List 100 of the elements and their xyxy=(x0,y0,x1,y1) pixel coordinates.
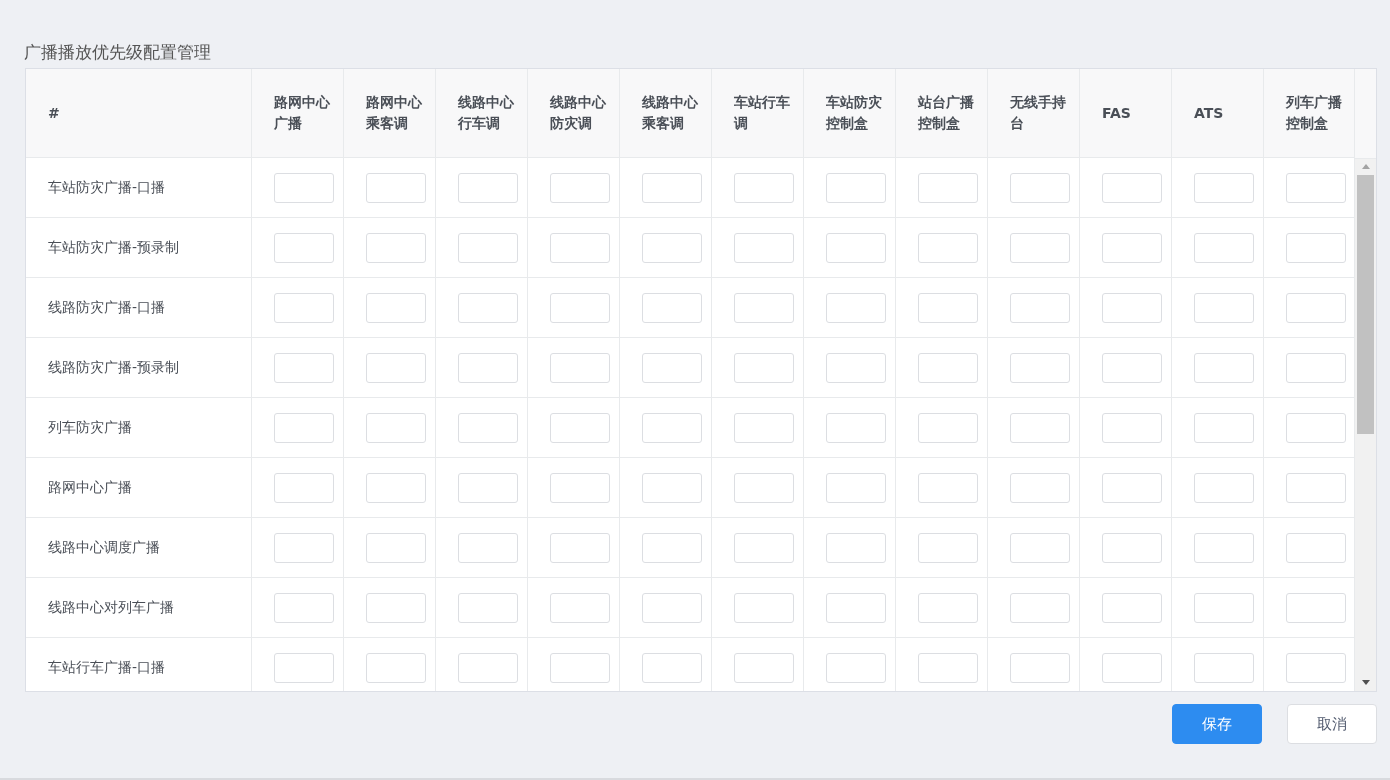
priority-input[interactable] xyxy=(366,292,426,323)
priority-input[interactable] xyxy=(1102,172,1162,203)
priority-input[interactable] xyxy=(918,652,978,683)
priority-input[interactable] xyxy=(1010,532,1070,563)
priority-input[interactable] xyxy=(366,232,426,263)
priority-input[interactable] xyxy=(826,652,886,683)
priority-input[interactable] xyxy=(550,472,610,503)
priority-input[interactable] xyxy=(1010,292,1070,323)
priority-input[interactable] xyxy=(1194,592,1254,623)
priority-input[interactable] xyxy=(550,232,610,263)
priority-input[interactable] xyxy=(274,172,334,203)
priority-input[interactable] xyxy=(274,592,334,623)
priority-input[interactable] xyxy=(1102,412,1162,443)
priority-input[interactable] xyxy=(734,412,794,443)
priority-input[interactable] xyxy=(642,652,702,683)
priority-input[interactable] xyxy=(918,412,978,443)
priority-input[interactable] xyxy=(1194,472,1254,503)
priority-input[interactable] xyxy=(642,532,702,563)
priority-input[interactable] xyxy=(1102,472,1162,503)
priority-input[interactable] xyxy=(734,352,794,383)
priority-input[interactable] xyxy=(734,532,794,563)
scroll-down-icon[interactable] xyxy=(1361,680,1370,685)
priority-input[interactable] xyxy=(366,412,426,443)
priority-input[interactable] xyxy=(1194,232,1254,263)
priority-input[interactable] xyxy=(826,172,886,203)
priority-input[interactable] xyxy=(1010,412,1070,443)
priority-input[interactable] xyxy=(1194,412,1254,443)
priority-input[interactable] xyxy=(274,352,334,383)
priority-input[interactable] xyxy=(1286,412,1346,443)
priority-input[interactable] xyxy=(1286,292,1346,323)
priority-input[interactable] xyxy=(1010,652,1070,683)
priority-input[interactable] xyxy=(458,652,518,683)
priority-input[interactable] xyxy=(366,652,426,683)
priority-input[interactable] xyxy=(1102,352,1162,383)
priority-input[interactable] xyxy=(458,172,518,203)
priority-input[interactable] xyxy=(1286,472,1346,503)
priority-input[interactable] xyxy=(918,592,978,623)
priority-input[interactable] xyxy=(642,232,702,263)
priority-input[interactable] xyxy=(458,232,518,263)
priority-input[interactable] xyxy=(826,292,886,323)
priority-input[interactable] xyxy=(458,472,518,503)
priority-input[interactable] xyxy=(458,352,518,383)
priority-input[interactable] xyxy=(550,352,610,383)
priority-input[interactable] xyxy=(1194,172,1254,203)
priority-input[interactable] xyxy=(274,652,334,683)
priority-input[interactable] xyxy=(826,352,886,383)
priority-input[interactable] xyxy=(1010,472,1070,503)
priority-input[interactable] xyxy=(734,652,794,683)
priority-input[interactable] xyxy=(1010,352,1070,383)
priority-input[interactable] xyxy=(550,592,610,623)
priority-input[interactable] xyxy=(1194,532,1254,563)
priority-input[interactable] xyxy=(1102,532,1162,563)
priority-input[interactable] xyxy=(1194,352,1254,383)
priority-input[interactable] xyxy=(366,592,426,623)
priority-input[interactable] xyxy=(918,472,978,503)
priority-input[interactable] xyxy=(1286,652,1346,683)
priority-input[interactable] xyxy=(918,172,978,203)
priority-input[interactable] xyxy=(550,292,610,323)
priority-input[interactable] xyxy=(1102,292,1162,323)
priority-input[interactable] xyxy=(1010,232,1070,263)
priority-input[interactable] xyxy=(826,412,886,443)
priority-input[interactable] xyxy=(366,532,426,563)
priority-input[interactable] xyxy=(642,472,702,503)
priority-input[interactable] xyxy=(918,352,978,383)
priority-input[interactable] xyxy=(274,232,334,263)
priority-input[interactable] xyxy=(274,532,334,563)
priority-input[interactable] xyxy=(1286,232,1346,263)
priority-input[interactable] xyxy=(1286,532,1346,563)
priority-input[interactable] xyxy=(642,292,702,323)
priority-input[interactable] xyxy=(1194,292,1254,323)
priority-input[interactable] xyxy=(734,292,794,323)
priority-input[interactable] xyxy=(550,172,610,203)
priority-input[interactable] xyxy=(734,592,794,623)
priority-input[interactable] xyxy=(734,172,794,203)
priority-input[interactable] xyxy=(366,472,426,503)
priority-input[interactable] xyxy=(826,532,886,563)
priority-input[interactable] xyxy=(826,232,886,263)
priority-input[interactable] xyxy=(1286,592,1346,623)
priority-input[interactable] xyxy=(274,472,334,503)
priority-input[interactable] xyxy=(366,172,426,203)
priority-input[interactable] xyxy=(1194,652,1254,683)
priority-input[interactable] xyxy=(642,352,702,383)
priority-input[interactable] xyxy=(642,592,702,623)
priority-input[interactable] xyxy=(1102,652,1162,683)
priority-input[interactable] xyxy=(1102,232,1162,263)
priority-input[interactable] xyxy=(458,292,518,323)
cancel-button[interactable]: 取消 xyxy=(1287,704,1377,744)
priority-input[interactable] xyxy=(550,532,610,563)
priority-input[interactable] xyxy=(826,472,886,503)
priority-input[interactable] xyxy=(458,592,518,623)
priority-input[interactable] xyxy=(734,472,794,503)
priority-input[interactable] xyxy=(1286,352,1346,383)
priority-input[interactable] xyxy=(1102,592,1162,623)
priority-input[interactable] xyxy=(642,412,702,443)
priority-input[interactable] xyxy=(918,232,978,263)
priority-input[interactable] xyxy=(274,412,334,443)
priority-input[interactable] xyxy=(274,292,334,323)
priority-input[interactable] xyxy=(550,652,610,683)
priority-input[interactable] xyxy=(366,352,426,383)
priority-input[interactable] xyxy=(1010,592,1070,623)
